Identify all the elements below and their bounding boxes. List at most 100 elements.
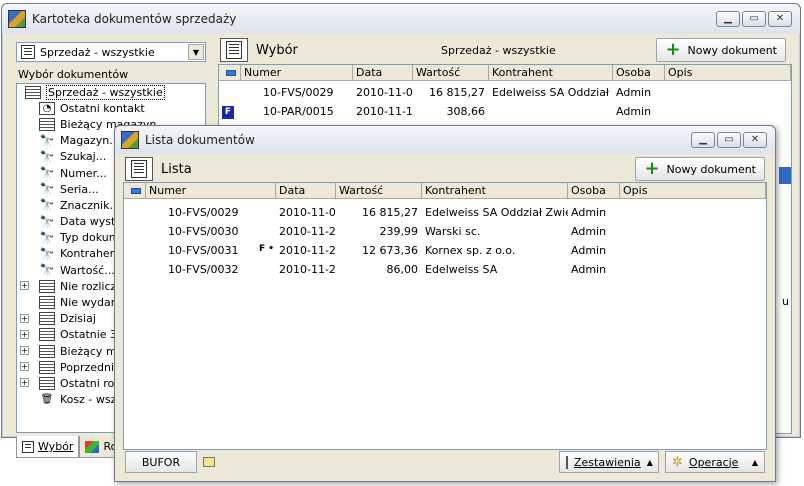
column-wartosc[interactable]: Wartość — [336, 183, 422, 199]
column-indicator[interactable] — [124, 183, 146, 199]
chevron-down-icon[interactable]: ▼ — [188, 44, 204, 60]
maximize-button[interactable]: ▭ — [742, 11, 766, 27]
expand-toggle[interactable]: + — [20, 378, 29, 388]
new-document-label: Nowy dokument — [666, 162, 756, 176]
column-osoba[interactable]: Osoba — [613, 65, 665, 81]
column-data[interactable]: Data — [353, 65, 413, 81]
column-osoba[interactable]: Osoba — [568, 183, 620, 199]
binoculars-icon: 🔭 — [39, 230, 55, 245]
main-titlebar[interactable]: Kartoteka dokumentów sprzedaży ▁ ▭ ✕ — [2, 4, 800, 34]
cell-osoba: Admin — [571, 244, 607, 257]
close-button[interactable]: ✕ — [743, 132, 767, 148]
column-indicator[interactable] — [219, 65, 241, 81]
indicator-icon — [131, 187, 141, 194]
bufor-label: BUFOR — [141, 455, 181, 469]
binoculars-icon: 🔭 — [39, 133, 55, 148]
tree-item-label: Szukaj... — [60, 150, 107, 164]
report-icon — [566, 455, 568, 469]
tree-item-label: Ostatni kontakt — [60, 101, 145, 115]
column-opis[interactable]: Opis — [665, 65, 791, 81]
expand-toggle[interactable]: + — [20, 362, 29, 372]
tree-item[interactable]: ◔ Ostatni kontakt — [17, 100, 205, 116]
minimize-icon: ▁ — [724, 13, 732, 24]
expand-toggle[interactable]: + — [20, 329, 29, 339]
cell-numer: 10-FVS/0029 — [263, 86, 334, 99]
operacje-button[interactable]: ✲ Operacje ▲ — [665, 451, 765, 473]
cell-data: 2010-11-04 — [279, 206, 336, 219]
chevron-up-icon: ▲ — [751, 457, 758, 467]
indicator-icon — [226, 69, 236, 76]
column-opis[interactable]: Opis — [620, 183, 766, 199]
document-icon — [25, 85, 41, 99]
column-kontrahent[interactable]: Kontrahent — [489, 65, 613, 81]
bufor-button[interactable]: BUFOR — [125, 451, 197, 473]
expand-toggle[interactable]: + — [20, 281, 29, 291]
table-row[interactable]: F 10-PAR/0015 2010-11-12 308,66 Admin — [219, 102, 791, 121]
lista-documents-grid[interactable]: Numer Data Wartość Kontrahent Osoba Opis… — [123, 182, 767, 450]
maximize-button[interactable]: ▭ — [717, 132, 741, 148]
tree-item-label: Seria... — [60, 182, 99, 196]
cell-data: 2010-11-28 — [279, 263, 336, 276]
chevron-up-icon: ▲ — [646, 457, 653, 467]
table-row[interactable]: 10-FVS/0032 2010-11-28 86,00 Edelweiss SA Ad… — [124, 260, 766, 279]
minimize-button[interactable]: ▁ — [716, 11, 740, 27]
flag-icon: F — [222, 106, 234, 119]
selected-row-highlight — [779, 167, 791, 184]
cell-numer: 10-FVS/0032 — [168, 263, 239, 276]
gear-icon: ✲ — [672, 454, 683, 470]
tab-wybor[interactable]: Wybór — [16, 436, 80, 458]
lista-window-title: Lista dokumentów — [145, 133, 255, 147]
close-button[interactable]: ✕ — [768, 11, 792, 27]
expand-toggle[interactable]: + — [20, 346, 29, 355]
cell-kontrahent: Edelweiss SA — [425, 263, 498, 276]
lista-titlebar[interactable]: Lista dokumentów ▁ ▭ ✕ — [115, 126, 775, 154]
table-row[interactable]: 10-FVS/0029 2010-11-04 16 815,27 Edelweiss … — [219, 83, 791, 102]
main-window-title: Kartoteka dokumentów sprzedaży — [32, 12, 237, 26]
selection-header: Wybór Sprzedaż - wszystkie + Nowy dokume… — [216, 34, 792, 66]
tab-label: Wybór — [38, 440, 74, 453]
cell-wartosc: 86,00 — [386, 263, 419, 276]
expand-toggle[interactable]: + — [20, 313, 29, 323]
document-icon — [39, 117, 55, 131]
cell-osoba: Admin — [571, 225, 607, 238]
tree-item[interactable]: Sprzedaż - wszystkie — [17, 84, 205, 100]
column-data[interactable]: Data — [276, 183, 336, 199]
calendar-icon: ◔ — [39, 101, 55, 115]
report-icon — [85, 440, 100, 453]
filter-combo[interactable]: Sprzedaż - wszystkie ▼ — [16, 42, 206, 62]
note-icon[interactable] — [203, 457, 215, 467]
column-numer[interactable]: Numer — [241, 65, 353, 81]
cell-kontrahent: Edelweiss SA Oddział Zwier... — [425, 206, 568, 219]
new-document-button[interactable]: + Nowy dokument — [656, 38, 786, 62]
app-icon — [8, 10, 26, 28]
tree-item-label: Wartość... — [60, 263, 115, 277]
selection-filter-name: Sprzedaż - wszystkie — [441, 43, 556, 57]
tree-item-label: Znacznik... — [60, 198, 120, 212]
minimize-icon: ▁ — [699, 134, 707, 145]
cell-wartosc: 16 815,27 — [429, 86, 485, 99]
operacje-label: Operacje — [688, 455, 739, 469]
cell-osoba: Admin — [571, 206, 607, 219]
zestawienia-label: Zestawienia — [574, 455, 641, 469]
table-row[interactable]: 10-FVS/0029 2010-11-04 16 815,27 Edelweiss … — [124, 203, 766, 222]
cell-wartosc: 239,99 — [379, 225, 419, 238]
document-icon — [220, 38, 248, 62]
cell-numer: 10-FVS/0029 — [168, 206, 239, 219]
column-wartosc[interactable]: Wartość — [413, 65, 489, 81]
table-row[interactable]: 10-FVS/0031 F • 2010-11-29 12 673,36 Kornex … — [124, 241, 766, 260]
zestawienia-button[interactable]: Zestawienia ▲ — [559, 451, 659, 473]
document-icon — [39, 360, 55, 374]
table-row[interactable]: 10-FVS/0030 2010-11-23 239,99 Warski sc. Adm… — [124, 222, 766, 241]
tree-item-label: Dzisiaj — [60, 312, 96, 326]
document-icon — [39, 328, 55, 342]
lista-client: Lista + Nowy dokument Numer Data Wartość… — [121, 154, 769, 475]
column-numer[interactable]: Numer — [146, 183, 276, 199]
lista-title: Lista — [161, 161, 192, 177]
document-mark: F • — [258, 244, 274, 254]
column-kontrahent[interactable]: Kontrahent — [422, 183, 568, 199]
selection-title: Wybór — [256, 42, 298, 58]
minimize-button[interactable]: ▁ — [691, 132, 715, 148]
trash-icon: 🗑 — [40, 394, 54, 406]
new-document-button[interactable]: + Nowy dokument — [635, 157, 765, 181]
app-icon — [121, 131, 139, 149]
